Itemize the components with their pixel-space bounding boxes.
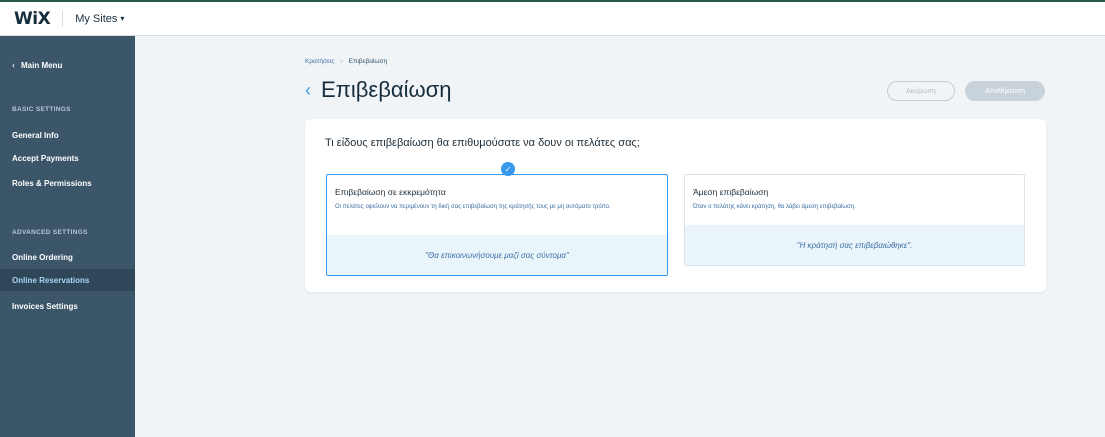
top-bar: WiX My Sites ▾ — [0, 0, 1105, 36]
main-menu-label: Main Menu — [21, 60, 63, 70]
option-description: Όταν ο πελάτης κάνει κράτηση, θα λάβει ά… — [693, 204, 856, 210]
sidebar-item-accept-payments[interactable]: Accept Payments — [0, 147, 135, 169]
sidebar: ‹ Main Menu BASIC SETTINGS General Info … — [0, 36, 135, 437]
main-menu-link[interactable]: ‹ Main Menu — [12, 60, 62, 70]
confirmation-settings-panel: Τι είδους επιβεβαίωση θα επιθυμούσατε να… — [305, 119, 1046, 292]
my-sites-label: My Sites — [75, 12, 118, 25]
sidebar-item-invoices-settings[interactable]: Invoices Settings — [0, 295, 135, 317]
advanced-settings-title: ADVANCED SETTINGS — [12, 229, 88, 236]
chevron-left-icon: ‹ — [12, 60, 15, 70]
option-title: Άμεση επιβεβαίωση — [693, 187, 769, 197]
breadcrumb-separator: › — [340, 58, 343, 65]
sidebar-item-roles-permissions[interactable]: Roles & Permissions — [0, 172, 135, 194]
option-description: Οι πελάτες οφείλουν να περιμένουν τη δικ… — [335, 204, 611, 210]
option-preview-message: "Η κράτησή σας επιβεβαιώθηκε". — [685, 225, 1024, 265]
breadcrumb-item-confirmation: Επιβεβαίωση — [348, 58, 388, 65]
basic-settings-title: BASIC SETTINGS — [12, 106, 71, 113]
my-sites-dropdown[interactable]: My Sites ▾ — [75, 13, 124, 25]
sidebar-item-general-info[interactable]: General Info — [0, 124, 135, 146]
option-instant-confirmation[interactable]: Άμεση επιβεβαίωση Όταν ο πελάτης κάνει κ… — [684, 174, 1025, 266]
option-pending-confirmation[interactable]: Επιβεβαίωση σε εκκρεμότητα Οι πελάτες οφ… — [326, 174, 668, 276]
logo-divider — [62, 10, 64, 27]
breadcrumb: Κρατήσεις › Επιβεβαίωση — [305, 58, 387, 65]
confirmation-question: Τι είδους επιβεβαίωση θα επιθυμούσατε να… — [325, 137, 640, 149]
main-content: Κρατήσεις › Επιβεβαίωση ‹ Επιβεβαίωση Ακ… — [135, 36, 1105, 437]
page-title: Επιβεβαίωση — [321, 77, 452, 102]
option-preview-message: "Θα επικοινωνήσουμε μαζί σας σύντομα" — [327, 235, 667, 275]
title-row: ‹ Επιβεβαίωση — [305, 77, 451, 103]
sidebar-item-online-reservations[interactable]: Online Reservations — [0, 269, 135, 291]
sidebar-item-online-ordering[interactable]: Online Ordering — [0, 246, 135, 268]
save-button[interactable]: Αποθήκευση — [965, 81, 1045, 101]
option-title: Επιβεβαίωση σε εκκρεμότητα — [335, 187, 446, 197]
cancel-button[interactable]: Ακύρωση — [887, 81, 955, 101]
wix-logo[interactable]: WiX — [14, 9, 51, 29]
chevron-down-icon: ▾ — [120, 14, 125, 23]
check-icon: ✓ — [501, 162, 515, 176]
breadcrumb-item-reservations[interactable]: Κρατήσεις — [305, 58, 334, 65]
back-chevron-icon[interactable]: ‹ — [305, 80, 311, 101]
